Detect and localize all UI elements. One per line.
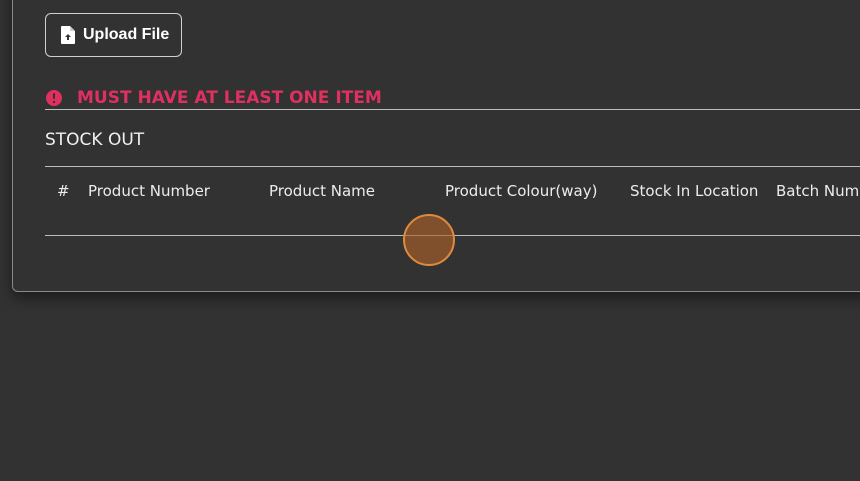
column-header-batch-number[interactable]: Batch Num xyxy=(776,182,859,200)
column-header-product-number[interactable]: Product Number xyxy=(88,182,210,200)
column-header-index[interactable]: # xyxy=(57,182,70,200)
column-header-product-name[interactable]: Product Name xyxy=(269,182,375,200)
validation-error: MUST HAVE AT LEAST ONE ITEM xyxy=(45,86,382,110)
table-top-border xyxy=(45,166,860,167)
section-title: STOCK OUT xyxy=(45,130,145,150)
upload-file-label: Upload File xyxy=(83,26,170,43)
column-header-product-colourway[interactable]: Product Colour(way) xyxy=(445,182,597,200)
cursor-indicator xyxy=(403,214,455,266)
error-message: MUST HAVE AT LEAST ONE ITEM xyxy=(77,88,382,108)
error-divider xyxy=(45,109,860,110)
column-header-stock-in-location[interactable]: Stock In Location xyxy=(630,182,758,200)
exclamation-circle-icon xyxy=(45,89,63,107)
upload-file-button[interactable]: Upload File xyxy=(45,13,182,57)
file-upload-icon xyxy=(61,26,75,44)
